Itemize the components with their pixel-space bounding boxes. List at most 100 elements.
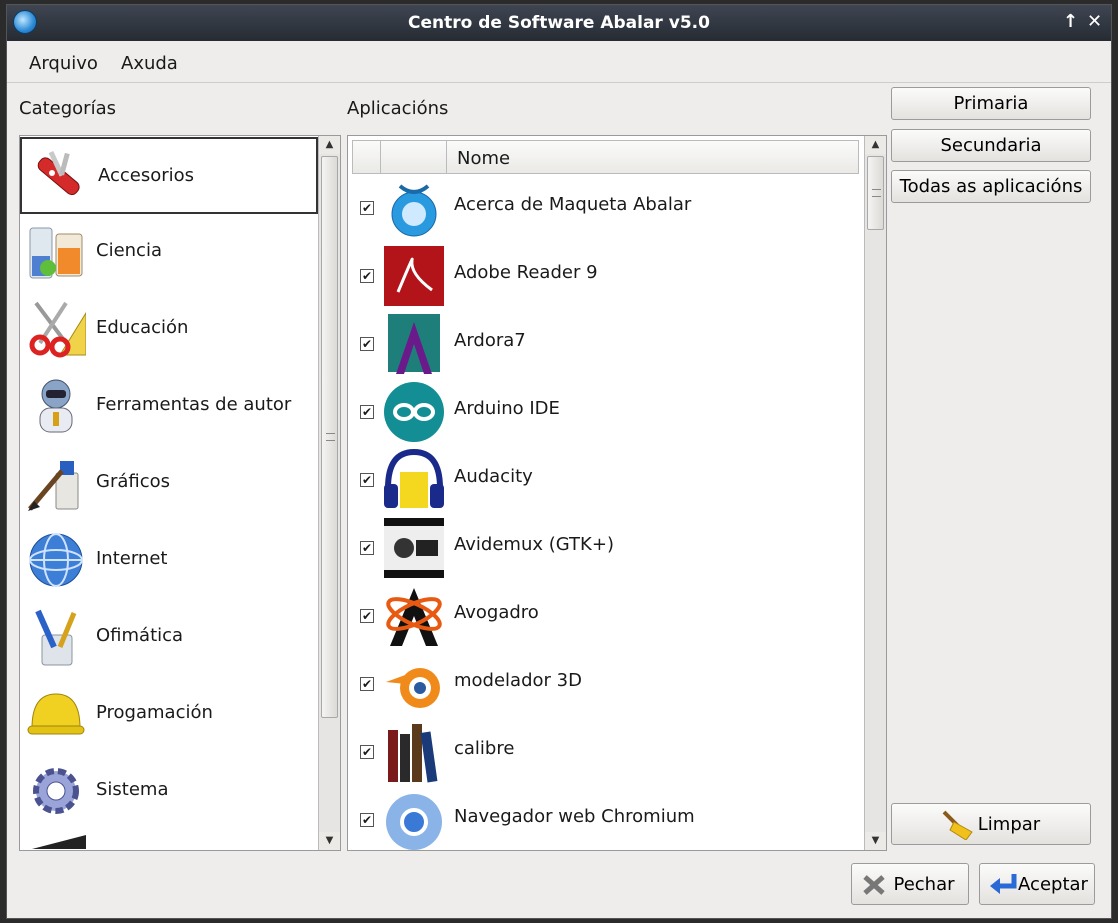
button-label: Secundaria (940, 135, 1042, 156)
table-row[interactable]: ✔ Avogadro (352, 582, 859, 650)
globe-icon (29, 533, 83, 587)
filter-primaria-button[interactable]: Primaria (891, 87, 1091, 120)
applications-scrollbar[interactable]: ▲ ▼ (864, 136, 886, 850)
window-title: Centro de Software Abalar v5.0 (408, 13, 710, 33)
categories-list[interactable]: Accesorios Ciencia Educación Ferramentas… (19, 135, 341, 851)
close-icon[interactable]: ✕ (1087, 11, 1102, 32)
scroll-thumb[interactable] (321, 156, 338, 718)
scroll-down-icon[interactable]: ▼ (319, 832, 340, 850)
blender-icon (386, 668, 440, 708)
category-label: Ferramentas de autor (96, 394, 292, 415)
app-name: Acerca de Maqueta Abalar (454, 194, 692, 215)
app-checkbox[interactable]: ✔ (360, 541, 374, 555)
table-row[interactable]: ✔ Acerca de Maqueta Abalar (352, 174, 859, 242)
app-checkbox[interactable]: ✔ (360, 337, 374, 351)
category-ofimatica[interactable]: Ofimática (20, 599, 318, 676)
scissors-ruler-icon (29, 301, 86, 358)
category-label: Internet (96, 548, 168, 569)
table-row[interactable]: ✔ Ardora7 (352, 310, 859, 378)
header-icon-column[interactable] (381, 141, 447, 173)
scroll-up-icon[interactable]: ▲ (319, 136, 340, 154)
applications-list[interactable]: Nome ✔ Acerca de Maqueta Abalar ✔ Adobe … (347, 135, 887, 851)
category-label: Ofimática (96, 625, 184, 646)
menu-axuda[interactable]: Axuda (121, 53, 178, 74)
category-ciencia[interactable]: Ciencia (20, 214, 318, 291)
table-row[interactable]: ✔ Audacity (352, 446, 859, 514)
scroll-down-icon[interactable]: ▼ (865, 832, 886, 850)
category-label: Gráficos (96, 471, 171, 492)
filter-secundaria-button[interactable]: Secundaria (891, 129, 1091, 162)
table-row[interactable]: ✔ Navegador web Chromium (352, 786, 859, 850)
app-name: Navegador web Chromium (454, 806, 695, 827)
categories-heading: Categorías (19, 98, 116, 119)
category-educacion[interactable]: Educación (20, 291, 318, 368)
adobe-reader-icon (384, 246, 444, 306)
app-name: Audacity (454, 466, 533, 487)
header-name[interactable]: Nome (457, 148, 510, 169)
table-row[interactable]: ✔ Adobe Reader 9 (352, 242, 859, 310)
button-label: Todas as aplicacións (899, 176, 1083, 197)
category-label: Ciencia (96, 240, 162, 261)
scroll-thumb[interactable] (867, 156, 884, 230)
abalar-icon (391, 184, 437, 237)
app-checkbox[interactable]: ✔ (360, 405, 374, 419)
hard-hat-icon (27, 693, 85, 735)
category-label: Accesorios (98, 165, 195, 186)
pencil-cup-icon (35, 609, 77, 666)
table-row[interactable]: ✔ Avidemux (GTK+) (352, 514, 859, 582)
broom-icon (942, 810, 973, 840)
app-checkbox[interactable]: ✔ (360, 677, 374, 691)
table-row[interactable]: ✔ calibre (352, 718, 859, 786)
partial-category-icon (28, 833, 88, 849)
category-label: Sistema (96, 779, 169, 800)
chromium-icon (386, 794, 442, 850)
app-checkbox[interactable]: ✔ (360, 813, 374, 827)
header-check-column[interactable] (353, 141, 381, 173)
enter-arrow-icon (990, 874, 1017, 894)
applications-heading: Aplicacións (347, 98, 449, 119)
app-name: Arduino IDE (454, 398, 560, 419)
category-progamacion[interactable]: Progamación (20, 676, 318, 753)
button-label: Primaria (953, 93, 1029, 114)
button-label: Aceptar (1018, 873, 1088, 895)
app-checkbox[interactable]: ✔ (360, 745, 374, 759)
avidemux-icon (384, 518, 444, 578)
close-button[interactable]: Pechar (851, 863, 969, 905)
lab-flask-icon (29, 227, 83, 279)
main-window: Centro de Software Abalar v5.0 ↑ ✕ Arqui… (6, 4, 1112, 919)
menu-arquivo[interactable]: Arquivo (29, 53, 98, 74)
table-row[interactable]: ✔ modelador 3D (352, 650, 859, 718)
table-row[interactable]: ✔ Arduino IDE (352, 378, 859, 446)
gear-icon (33, 768, 79, 814)
category-sistema[interactable]: Sistema (20, 753, 318, 830)
ardora-icon (388, 314, 440, 374)
category-label: Educación (96, 317, 189, 338)
accept-button[interactable]: Aceptar (979, 863, 1095, 905)
app-name: Ardora7 (454, 330, 526, 351)
maximize-arrow-icon[interactable]: ↑ (1063, 11, 1078, 32)
audacity-icon (384, 448, 444, 508)
swiss-knife-icon (37, 150, 80, 196)
filter-all-button[interactable]: Todas as aplicacións (891, 170, 1091, 203)
categories-scrollbar[interactable]: ▲ ▼ (318, 136, 340, 850)
category-accesorios[interactable]: Accesorios (20, 137, 318, 214)
title-bar[interactable]: Centro de Software Abalar v5.0 ↑ ✕ (7, 5, 1111, 41)
app-checkbox[interactable]: ✔ (360, 473, 374, 487)
app-name: Adobe Reader 9 (454, 262, 598, 283)
app-name: calibre (454, 738, 515, 759)
category-graficos[interactable]: Gráficos (20, 445, 318, 522)
cancel-x-icon (863, 875, 885, 895)
category-label: Progamación (96, 702, 213, 723)
avogadro-icon (386, 588, 442, 646)
clear-button[interactable]: Limpar (891, 803, 1091, 845)
app-checkbox[interactable]: ✔ (360, 609, 374, 623)
robot-icon (39, 379, 73, 433)
scroll-up-icon[interactable]: ▲ (865, 136, 886, 154)
app-name: Avogadro (454, 602, 539, 623)
app-checkbox[interactable]: ✔ (360, 201, 374, 215)
category-ferramentas-de-autor[interactable]: Ferramentas de autor (20, 368, 318, 445)
calibre-icon (388, 724, 438, 783)
arduino-icon (384, 382, 444, 442)
category-internet[interactable]: Internet (20, 522, 318, 599)
app-checkbox[interactable]: ✔ (360, 269, 374, 283)
